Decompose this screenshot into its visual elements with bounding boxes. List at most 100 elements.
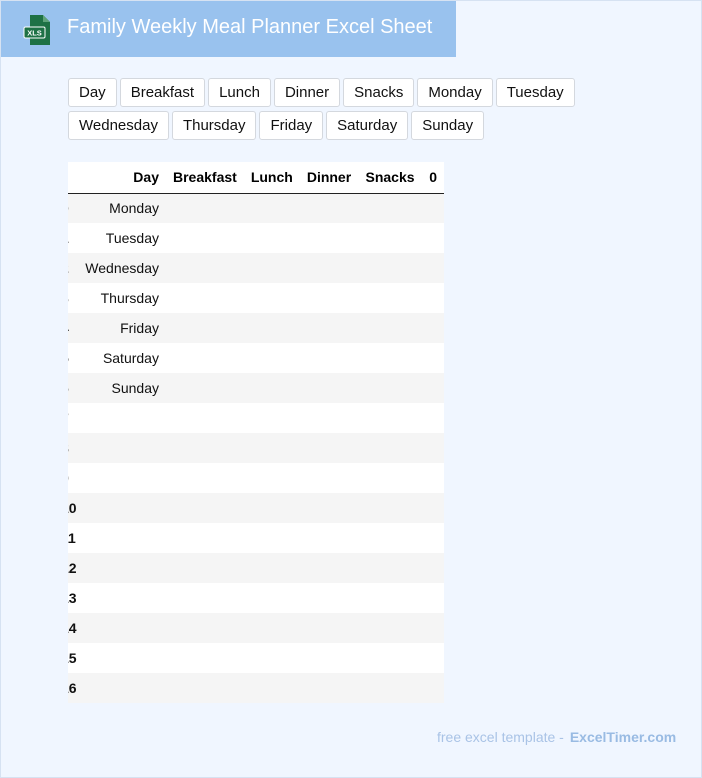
footer-brand-link[interactable]: ExcelTimer.com xyxy=(570,729,676,745)
table-cell[interactable] xyxy=(299,223,359,253)
table-cell[interactable] xyxy=(243,583,300,613)
table-cell[interactable]: Tuesday xyxy=(76,223,166,253)
table-cell[interactable] xyxy=(421,643,444,673)
table-cell[interactable] xyxy=(165,613,244,643)
table-cell[interactable] xyxy=(358,193,422,223)
table-cell[interactable] xyxy=(76,403,166,433)
table-cell[interactable]: Saturday xyxy=(76,343,166,373)
table-cell[interactable] xyxy=(299,433,359,463)
table-cell[interactable] xyxy=(421,253,444,283)
table-cell[interactable]: Wednesday xyxy=(76,253,166,283)
table-cell[interactable] xyxy=(421,463,444,493)
table-cell[interactable] xyxy=(165,463,244,493)
table-cell[interactable] xyxy=(299,193,359,223)
table-cell[interactable] xyxy=(76,463,166,493)
table-cell[interactable] xyxy=(76,643,166,673)
table-cell[interactable] xyxy=(358,403,422,433)
table-cell[interactable] xyxy=(243,193,300,223)
table-cell[interactable] xyxy=(358,523,422,553)
table-cell[interactable] xyxy=(243,613,300,643)
table-cell[interactable] xyxy=(299,283,359,313)
table-cell[interactable] xyxy=(421,373,444,403)
tab-day[interactable]: Day xyxy=(68,78,117,107)
table-cell[interactable] xyxy=(165,523,244,553)
table-cell[interactable] xyxy=(358,343,422,373)
table-cell[interactable] xyxy=(76,613,166,643)
table-cell[interactable] xyxy=(243,523,300,553)
table-cell[interactable] xyxy=(243,403,300,433)
table-cell[interactable] xyxy=(358,643,422,673)
tab-thursday[interactable]: Thursday xyxy=(171,111,257,140)
tab-lunch[interactable]: Lunch xyxy=(208,78,271,107)
table-cell[interactable] xyxy=(421,433,444,463)
table-cell[interactable] xyxy=(358,673,422,703)
table-cell[interactable] xyxy=(165,283,244,313)
table-cell[interactable] xyxy=(299,493,359,523)
table-cell[interactable] xyxy=(299,253,359,283)
table-cell[interactable] xyxy=(299,613,359,643)
table-cell[interactable] xyxy=(165,403,244,433)
table-cell[interactable] xyxy=(76,523,166,553)
table-cell[interactable] xyxy=(421,523,444,553)
table-cell[interactable] xyxy=(358,463,422,493)
table-cell[interactable] xyxy=(165,373,244,403)
table-cell[interactable] xyxy=(421,553,444,583)
table-cell[interactable] xyxy=(299,463,359,493)
table-cell[interactable] xyxy=(243,313,300,343)
table-cell[interactable] xyxy=(299,373,359,403)
tab-monday[interactable]: Monday xyxy=(417,78,493,107)
table-cell[interactable] xyxy=(243,553,300,583)
table-cell[interactable]: Thursday xyxy=(76,283,166,313)
table-cell[interactable] xyxy=(243,373,300,403)
table-cell[interactable] xyxy=(243,253,300,283)
tab-saturday[interactable]: Saturday xyxy=(326,111,409,140)
table-cell[interactable] xyxy=(165,433,244,463)
tab-snacks[interactable]: Snacks xyxy=(343,78,415,107)
table-cell[interactable] xyxy=(165,583,244,613)
table-cell[interactable] xyxy=(299,643,359,673)
table-cell[interactable] xyxy=(358,253,422,283)
table-cell[interactable]: Friday xyxy=(76,313,166,343)
table-cell[interactable]: Monday xyxy=(76,193,166,223)
table-cell[interactable] xyxy=(421,343,444,373)
table-cell[interactable] xyxy=(165,193,244,223)
table-cell[interactable] xyxy=(299,523,359,553)
table-cell[interactable] xyxy=(243,673,300,703)
table-cell[interactable] xyxy=(299,343,359,373)
table-cell[interactable] xyxy=(165,643,244,673)
table-cell[interactable] xyxy=(243,463,300,493)
table-cell[interactable] xyxy=(358,493,422,523)
table-cell[interactable] xyxy=(358,613,422,643)
table-cell[interactable] xyxy=(299,673,359,703)
table-cell[interactable] xyxy=(421,283,444,313)
table-cell[interactable] xyxy=(421,673,444,703)
table-cell[interactable] xyxy=(243,223,300,253)
table-cell[interactable] xyxy=(299,313,359,343)
table-cell[interactable] xyxy=(243,343,300,373)
table-cell[interactable] xyxy=(76,433,166,463)
table-cell[interactable] xyxy=(421,223,444,253)
table-cell[interactable] xyxy=(421,583,444,613)
table-cell[interactable] xyxy=(243,643,300,673)
table-cell[interactable] xyxy=(165,553,244,583)
table-cell[interactable] xyxy=(165,493,244,523)
tab-friday[interactable]: Friday xyxy=(259,111,324,140)
table-cell[interactable] xyxy=(299,403,359,433)
table-cell[interactable] xyxy=(421,193,444,223)
table-cell[interactable] xyxy=(358,313,422,343)
table-cell[interactable] xyxy=(76,553,166,583)
table-cell[interactable] xyxy=(299,583,359,613)
table-cell[interactable] xyxy=(358,583,422,613)
tab-tuesday[interactable]: Tuesday xyxy=(495,78,575,107)
table-cell[interactable] xyxy=(358,553,422,583)
table-cell[interactable] xyxy=(421,613,444,643)
table-cell[interactable] xyxy=(76,673,166,703)
table-cell[interactable] xyxy=(243,493,300,523)
table-cell[interactable] xyxy=(421,313,444,343)
table-cell[interactable] xyxy=(243,433,300,463)
table-cell[interactable] xyxy=(421,493,444,523)
tab-breakfast[interactable]: Breakfast xyxy=(119,78,206,107)
table-cell[interactable] xyxy=(243,283,300,313)
table-cell[interactable] xyxy=(421,403,444,433)
table-cell[interactable] xyxy=(76,583,166,613)
